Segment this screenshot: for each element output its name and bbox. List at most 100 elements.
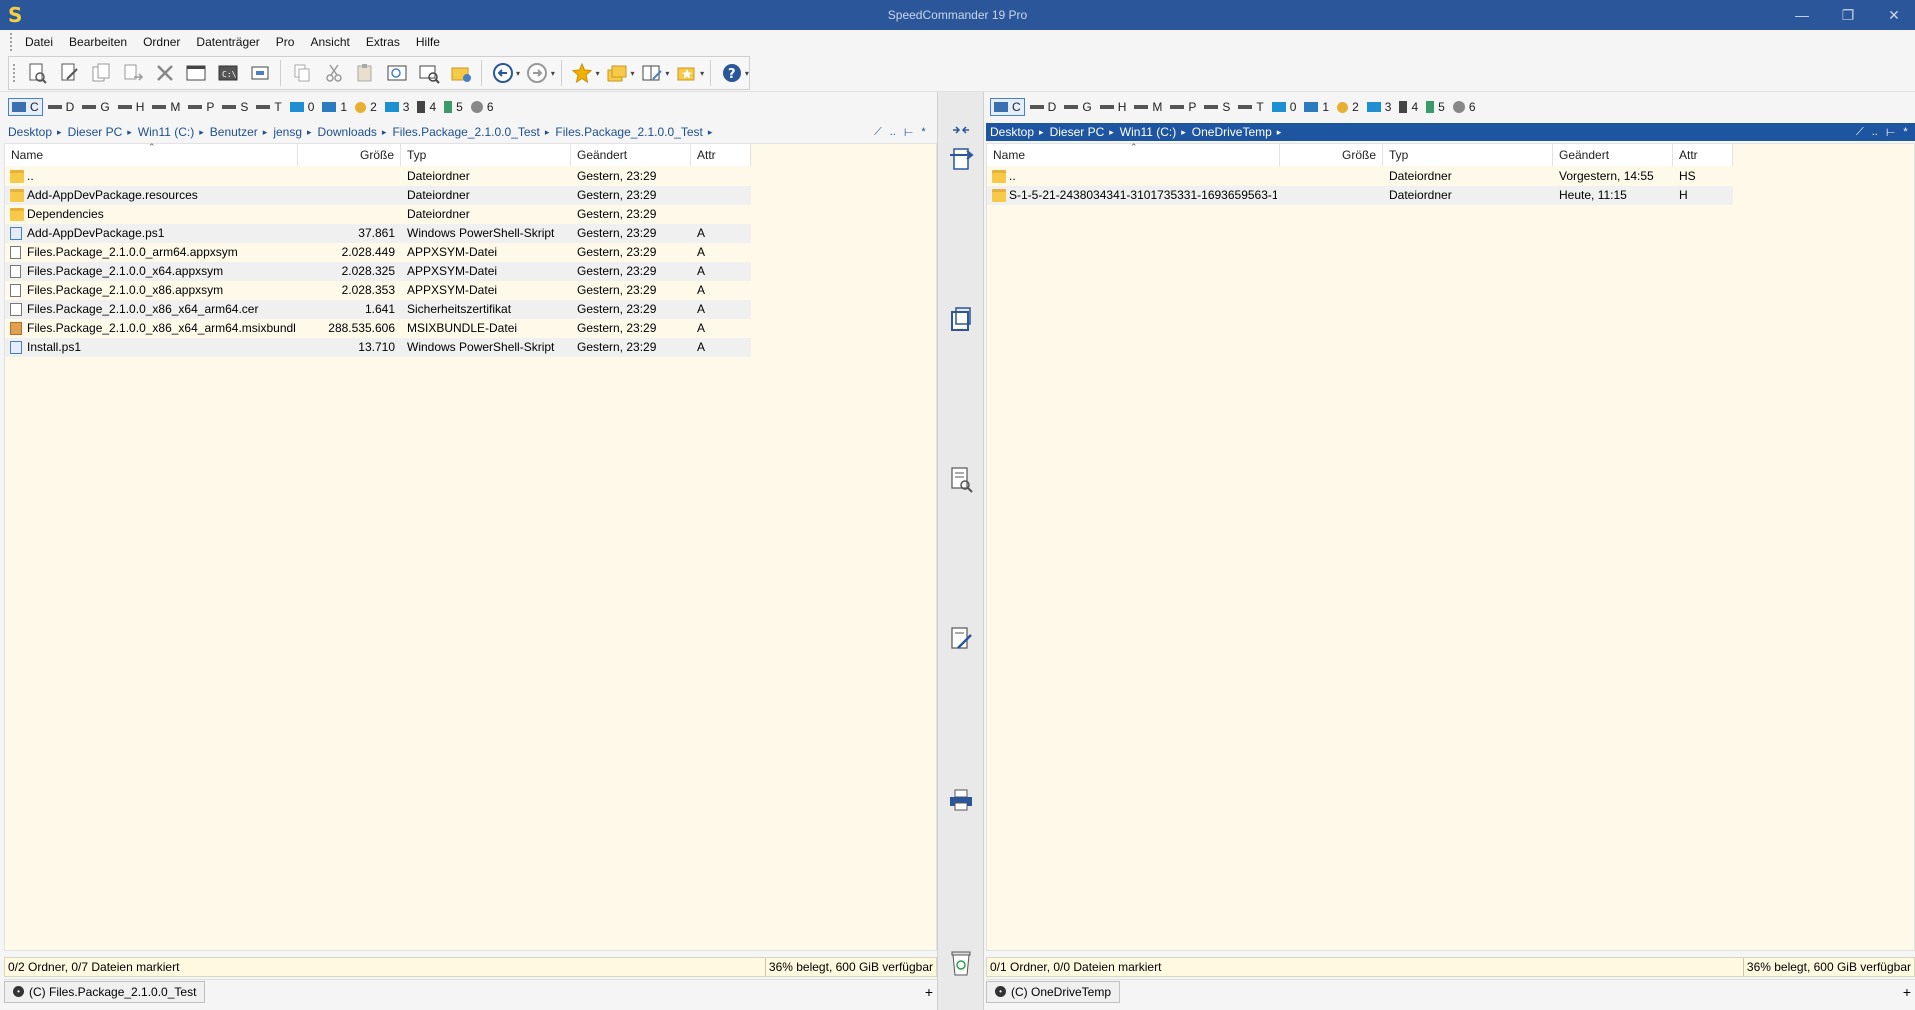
chevron-right-icon[interactable]: ▸: [545, 127, 556, 138]
drive-p[interactable]: P: [185, 98, 217, 116]
file-row[interactable]: Files.Package_2.1.0.0_x86_x64_arm64.msix…: [5, 319, 751, 338]
command-prompt-button[interactable]: C:\: [214, 58, 243, 88]
drive-6[interactable]: 6: [1450, 98, 1479, 116]
tree-view-icon[interactable]: ⊢: [1886, 126, 1896, 139]
cut-button[interactable]: [319, 58, 348, 88]
column-type[interactable]: Typ: [401, 144, 571, 166]
chevron-right-icon[interactable]: ▸: [382, 127, 393, 138]
drive-1[interactable]: 1: [319, 98, 350, 116]
menu-datei[interactable]: Datei: [17, 35, 61, 49]
find-button[interactable]: [415, 58, 444, 88]
drive-2[interactable]: 2: [1334, 98, 1362, 116]
breadcrumb-item[interactable]: Win11 (C:): [1120, 125, 1181, 139]
layout-dropdown-icon[interactable]: ▾: [665, 69, 669, 78]
chevron-right-icon[interactable]: ▸: [1039, 127, 1050, 138]
chevron-right-icon[interactable]: ▸: [199, 127, 210, 138]
chevron-right-icon[interactable]: ▸: [1277, 127, 1288, 138]
chevron-right-icon[interactable]: ▸: [1181, 127, 1192, 138]
breadcrumb-item[interactable]: Dieser PC: [1050, 125, 1110, 139]
drive-c[interactable]: C: [8, 98, 43, 116]
breadcrumb-item[interactable]: OneDriveTemp: [1192, 125, 1277, 139]
drive-5[interactable]: 5: [1423, 98, 1448, 116]
column-size[interactable]: Größe: [1280, 144, 1383, 166]
drive-m[interactable]: M: [149, 98, 183, 116]
favorites-dropdown-icon[interactable]: ▾: [596, 69, 600, 78]
drive-h[interactable]: H: [115, 98, 148, 116]
back-button[interactable]: [488, 58, 517, 88]
drive-h[interactable]: H: [1097, 98, 1130, 116]
file-row[interactable]: Add-AppDevPackage.ps1 37.861 Windows Power…: [5, 224, 751, 243]
parent-folder-icon[interactable]: ⟋: [874, 126, 882, 139]
tree-view-icon[interactable]: ⊢: [904, 126, 914, 139]
root-folder-icon[interactable]: ..: [890, 126, 896, 138]
swap-panels-button[interactable]: [946, 122, 976, 138]
drive-t[interactable]: T: [253, 98, 284, 116]
drive-1[interactable]: 1: [1301, 98, 1332, 116]
drive-c[interactable]: C: [990, 98, 1025, 116]
root-folder-icon[interactable]: ..: [1872, 126, 1878, 138]
favorite-folder-dropdown-icon[interactable]: ▾: [700, 69, 704, 78]
menu-pro[interactable]: Pro: [268, 35, 303, 49]
file-row[interactable]: .. Dateiordner Vorgestern, 14:55 HS: [987, 167, 1733, 186]
breadcrumb-item[interactable]: Desktop: [990, 125, 1039, 139]
drive-s[interactable]: S: [219, 98, 251, 116]
drive-m[interactable]: M: [1131, 98, 1165, 116]
copy-file-button[interactable]: [87, 58, 116, 88]
chevron-right-icon[interactable]: ▸: [708, 127, 719, 138]
column-modified[interactable]: Geändert: [1553, 144, 1673, 166]
chevron-right-icon[interactable]: ▸: [127, 127, 138, 138]
close-button[interactable]: ✕: [1871, 0, 1915, 30]
back-dropdown-icon[interactable]: ▾: [516, 69, 520, 78]
breadcrumb-item[interactable]: Downloads: [318, 125, 382, 139]
file-row[interactable]: Files.Package_2.1.0.0_x86_x64_arm64.cer 1…: [5, 300, 751, 319]
breadcrumb-item[interactable]: jensg: [273, 125, 307, 139]
file-row[interactable]: Dependencies Dateiordner Gestern, 23:29: [5, 205, 751, 224]
move-to-other-panel-button[interactable]: [946, 305, 976, 335]
column-modified[interactable]: Geändert: [571, 144, 691, 166]
print-button[interactable]: [946, 785, 976, 815]
menu-ansicht[interactable]: Ansicht: [302, 35, 357, 49]
forward-button[interactable]: [523, 58, 552, 88]
column-size[interactable]: Größe: [298, 144, 401, 166]
copy-to-other-panel-button[interactable]: [946, 144, 976, 174]
chevron-right-icon[interactable]: ▸: [57, 127, 68, 138]
column-attr[interactable]: Attr: [691, 144, 751, 166]
search-files-button[interactable]: [383, 58, 412, 88]
asterisk-icon[interactable]: *: [921, 126, 925, 138]
move-file-button[interactable]: [118, 58, 147, 88]
drive-4[interactable]: 4: [1396, 98, 1421, 116]
menu-hilfe[interactable]: Hilfe: [408, 35, 448, 49]
breadcrumb-item[interactable]: Desktop: [8, 125, 57, 139]
file-row[interactable]: Install.ps1 13.710 Windows PowerShell-Skri…: [5, 338, 751, 357]
paste-button[interactable]: [351, 58, 380, 88]
add-tab-button[interactable]: +: [925, 984, 933, 1000]
view-file-button[interactable]: [23, 58, 52, 88]
menu-ordner[interactable]: Ordner: [135, 35, 188, 49]
breadcrumb-item[interactable]: Dieser PC: [68, 125, 128, 139]
breadcrumb-item[interactable]: Files.Package_2.1.0.0_Test: [555, 125, 707, 139]
drive-d[interactable]: D: [45, 98, 78, 116]
layout-button[interactable]: [638, 58, 667, 88]
folder-info-button[interactable]: [446, 58, 475, 88]
chevron-right-icon[interactable]: ▸: [307, 127, 318, 138]
drive-6[interactable]: 6: [468, 98, 497, 116]
add-tab-button[interactable]: +: [1903, 984, 1911, 1000]
chevron-right-icon[interactable]: ▸: [263, 127, 274, 138]
file-row[interactable]: .. Dateiordner Gestern, 23:29: [5, 167, 751, 186]
folder-tab[interactable]: • (C) Files.Package_2.1.0.0_Test: [4, 980, 206, 1003]
breadcrumb-item[interactable]: Files.Package_2.1.0.0_Test: [392, 125, 544, 139]
folders-button[interactable]: [603, 58, 632, 88]
compare-button[interactable]: [246, 58, 275, 88]
breadcrumb-item[interactable]: Benutzer: [210, 125, 263, 139]
folders-dropdown-icon[interactable]: ▾: [630, 69, 634, 78]
drive-t[interactable]: T: [1235, 98, 1266, 116]
new-window-button[interactable]: [182, 58, 211, 88]
chevron-right-icon[interactable]: ▸: [1109, 127, 1120, 138]
drive-5[interactable]: 5: [441, 98, 466, 116]
help-dropdown-icon[interactable]: ▾: [745, 69, 749, 78]
edit-file-button[interactable]: [55, 58, 84, 88]
drive-0[interactable]: 0: [1269, 98, 1300, 116]
file-row[interactable]: Files.Package_2.1.0.0_x64.appxsym 2.028.3…: [5, 262, 751, 281]
drive-g[interactable]: G: [1061, 98, 1094, 116]
drive-s[interactable]: S: [1201, 98, 1233, 116]
